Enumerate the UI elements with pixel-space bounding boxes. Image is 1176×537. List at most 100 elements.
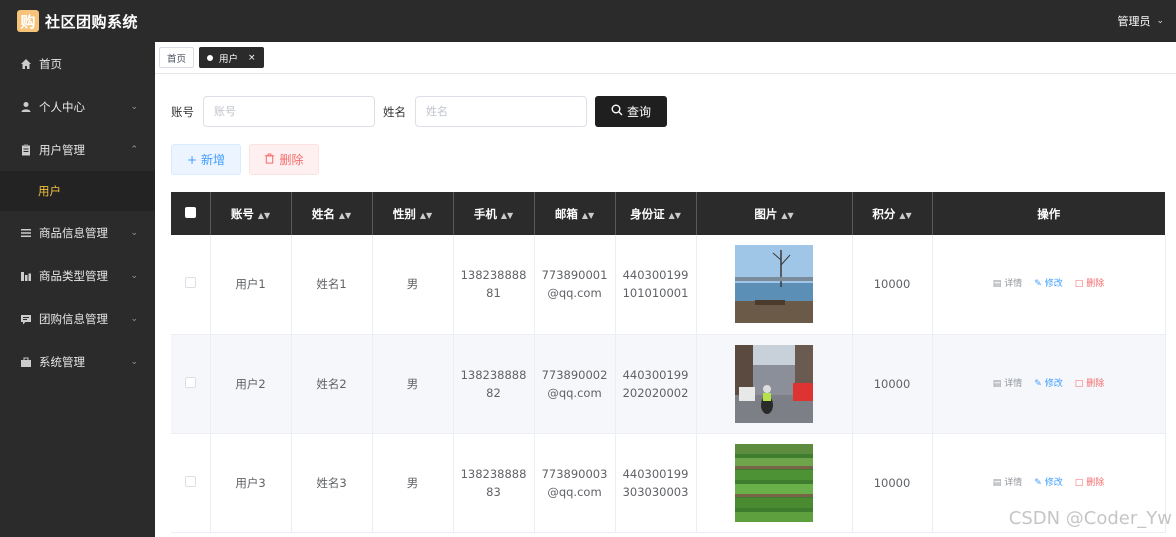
edit-button[interactable]: ✎ 修改 — [1034, 474, 1063, 492]
chevron-up-icon: ⌃ — [130, 144, 138, 155]
sidebar-item-label: 用户管理 — [39, 142, 85, 157]
cell-phone: 13823888883 — [453, 433, 535, 533]
query-button[interactable]: 查询 — [595, 96, 667, 127]
select-all-checkbox[interactable] — [171, 192, 211, 235]
chevron-down-icon: ⌄ — [130, 101, 138, 112]
street-photo[interactable] — [735, 344, 813, 423]
sort-icon[interactable]: ▲▼ — [669, 211, 681, 220]
sidebar-item-home[interactable]: 首页 — [0, 42, 155, 85]
name-label: 姓名 — [383, 104, 406, 119]
tab-home[interactable]: 首页 — [159, 47, 195, 68]
account-input[interactable] — [203, 96, 375, 127]
cell-points: 10000 — [852, 433, 933, 533]
sidebar-item-product-info[interactable]: 商品信息管理 ⌄ — [0, 211, 155, 254]
sort-icon[interactable]: ▲▼ — [582, 211, 594, 220]
cell-account: 用户2 — [210, 334, 292, 434]
clipboard-icon — [19, 143, 33, 157]
column-header-id-card[interactable]: 身份证 ▲▼ — [615, 192, 697, 235]
column-header-actions: 操作 — [932, 192, 1165, 235]
sidebar-item-system[interactable]: 系统管理 ⌄ — [0, 340, 155, 383]
detail-button[interactable]: ▤ 详情 — [993, 375, 1023, 393]
table-row: 用户1 姓名1 男 13823888881 773890001@qq.com 4… — [171, 235, 1166, 335]
user-menu[interactable]: 管理员 ⌄ — [1117, 0, 1164, 42]
sort-icon[interactable]: ▲▼ — [781, 211, 793, 220]
column-header-gender[interactable]: 性别 ▲▼ — [372, 192, 454, 235]
edit-icon: ✎ — [1034, 378, 1042, 389]
sidebar-subitem-user[interactable]: 用户 — [0, 171, 155, 211]
sort-icon[interactable]: ▲▼ — [420, 211, 432, 220]
table-row: 用户2 姓名2 男 13823888882 773890002@qq.com 4… — [171, 334, 1166, 434]
tab-label: 用户 — [219, 53, 239, 65]
cell-image — [696, 433, 853, 533]
column-header-name[interactable]: 姓名 ▲▼ — [291, 192, 373, 235]
lake-photo[interactable] — [735, 245, 813, 324]
column-header-phone[interactable]: 手机 ▲▼ — [453, 192, 535, 235]
delete-row-button[interactable]: □ 删除 — [1075, 275, 1105, 293]
cell-image — [696, 334, 853, 434]
briefcase-icon — [19, 355, 33, 369]
row-checkbox[interactable] — [171, 334, 211, 434]
sort-icon[interactable]: ▲▼ — [501, 211, 513, 220]
tabs-bar: 首页 用户 × — [155, 42, 1176, 74]
edit-button[interactable]: ✎ 修改 — [1034, 275, 1063, 293]
trash-icon: □ — [1074, 378, 1084, 389]
close-icon[interactable]: × — [248, 53, 256, 63]
cell-id-card: 440300199202020002 — [615, 334, 697, 434]
sidebar-item-group-buy-info[interactable]: 团购信息管理 ⌄ — [0, 297, 155, 340]
sidebar-item-user-management[interactable]: 用户管理 ⌃ — [0, 128, 155, 171]
sidebar-item-label: 商品信息管理 — [39, 225, 108, 240]
sort-icon[interactable]: ▲▼ — [339, 211, 351, 220]
cell-account: 用户3 — [210, 433, 292, 533]
chevron-down-icon: ⌄ — [130, 227, 138, 238]
person-icon — [19, 100, 33, 114]
cell-name: 姓名2 — [291, 334, 373, 434]
cell-email: 773890002@qq.com — [534, 334, 616, 434]
column-header-account[interactable]: 账号 ▲▼ — [210, 192, 292, 235]
sidebar-item-label: 首页 — [39, 56, 62, 71]
name-input[interactable] — [415, 96, 587, 127]
document-icon: ▤ — [992, 279, 1002, 290]
cell-email: 773890003@qq.com — [534, 433, 616, 533]
delete-button[interactable]: 删除 — [249, 144, 319, 175]
cell-gender: 男 — [372, 433, 454, 533]
sidebar-item-personal-center[interactable]: 个人中心 ⌄ — [0, 85, 155, 128]
sidebar-item-product-type[interactable]: 商品类型管理 ⌄ — [0, 254, 155, 297]
delete-row-button[interactable]: □ 删除 — [1075, 474, 1105, 492]
column-header-points[interactable]: 积分 ▲▼ — [852, 192, 933, 235]
cell-phone: 13823888881 — [453, 235, 535, 335]
trash-icon — [264, 152, 275, 167]
chart-icon — [19, 269, 33, 283]
watermark: CSDN @Coder_Yw — [1008, 508, 1172, 529]
edit-icon: ✎ — [1034, 279, 1042, 290]
cell-id-card: 440300199101010001 — [615, 235, 697, 335]
menu-icon — [19, 226, 33, 240]
cell-gender: 男 — [372, 334, 454, 434]
detail-button[interactable]: ▤ 详情 — [993, 474, 1023, 492]
sort-icon[interactable]: ▲▼ — [899, 211, 911, 220]
search-icon — [611, 104, 623, 119]
chevron-down-icon: ⌄ — [130, 270, 138, 281]
chevron-down-icon: ⌄ — [1156, 16, 1164, 26]
cell-name: 姓名3 — [291, 433, 373, 533]
app-title: 社区团购系统 — [45, 12, 139, 31]
sidebar-item-label: 商品类型管理 — [39, 268, 108, 283]
sidebar-item-label: 团购信息管理 — [39, 311, 108, 326]
cell-points: 10000 — [852, 334, 933, 434]
detail-button[interactable]: ▤ 详情 — [993, 275, 1023, 293]
add-button[interactable]: + 新增 — [171, 144, 241, 175]
column-header-email[interactable]: 邮箱 ▲▼ — [534, 192, 616, 235]
chevron-down-icon: ⌄ — [130, 356, 138, 367]
row-checkbox[interactable] — [171, 433, 211, 533]
edit-button[interactable]: ✎ 修改 — [1034, 375, 1063, 393]
sort-icon[interactable]: ▲▼ — [258, 211, 270, 220]
plus-icon: + — [186, 152, 198, 167]
logo-icon: 购 — [17, 10, 39, 32]
cell-phone: 13823888882 — [453, 334, 535, 434]
tab-user[interactable]: 用户 × — [199, 47, 264, 68]
delete-label: 删除 — [279, 153, 304, 167]
row-checkbox[interactable] — [171, 235, 211, 335]
column-header-image[interactable]: 图片 ▲▼ — [696, 192, 853, 235]
delete-row-button[interactable]: □ 删除 — [1075, 375, 1105, 393]
query-label: 查询 — [626, 105, 651, 119]
field-photo[interactable] — [735, 443, 813, 522]
